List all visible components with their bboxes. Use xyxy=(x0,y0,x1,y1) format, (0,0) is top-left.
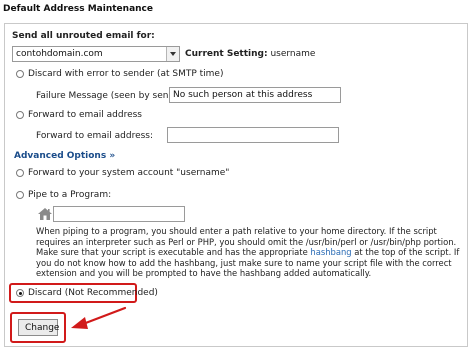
advanced-options-link[interactable]: Advanced Options » xyxy=(14,151,115,161)
domain-select-value: contohdomain.com xyxy=(16,49,103,59)
discard-error-label: Discard with error to sender (at SMTP ti… xyxy=(28,69,224,79)
pipe-help-text: When piping to a program, you should ent… xyxy=(36,226,466,279)
current-setting-value: username xyxy=(270,49,316,59)
forward-to-label: Forward to email address: xyxy=(36,131,154,141)
radio-forward-email[interactable] xyxy=(16,111,24,119)
forward-system-label: Forward to your system account "username… xyxy=(28,168,230,178)
radio-pipe[interactable] xyxy=(16,191,24,199)
forward-to-input[interactable] xyxy=(167,127,339,143)
send-all-label: Send all unrouted email for: xyxy=(12,31,155,41)
page-title: Default Address Maintenance xyxy=(3,4,153,14)
radio-forward-system[interactable] xyxy=(16,169,24,177)
settings-panel: Send all unrouted email for: contohdomai… xyxy=(4,23,468,347)
chevron-down-icon[interactable] xyxy=(166,47,179,61)
failure-message-label: Failure Message (seen by sender): xyxy=(36,91,190,101)
forward-email-label: Forward to email address xyxy=(28,110,142,120)
change-button[interactable]: Change xyxy=(18,319,59,336)
domain-select[interactable]: contohdomain.com xyxy=(12,46,180,62)
pipe-program-input[interactable] xyxy=(53,206,185,222)
current-setting-label: Current Setting: xyxy=(185,49,268,59)
current-setting: Current Setting: username xyxy=(185,49,315,59)
home-icon xyxy=(38,208,52,220)
radio-discard[interactable] xyxy=(16,289,24,297)
radio-discard-error[interactable] xyxy=(16,70,24,78)
hashbang-link[interactable]: hashbang xyxy=(310,247,351,257)
discard-label: Discard (Not Recommended) xyxy=(28,288,158,298)
failure-message-input[interactable]: No such person at this address xyxy=(169,87,341,103)
pipe-label: Pipe to a Program: xyxy=(28,190,112,200)
red-arrow-annotation xyxy=(71,306,127,329)
